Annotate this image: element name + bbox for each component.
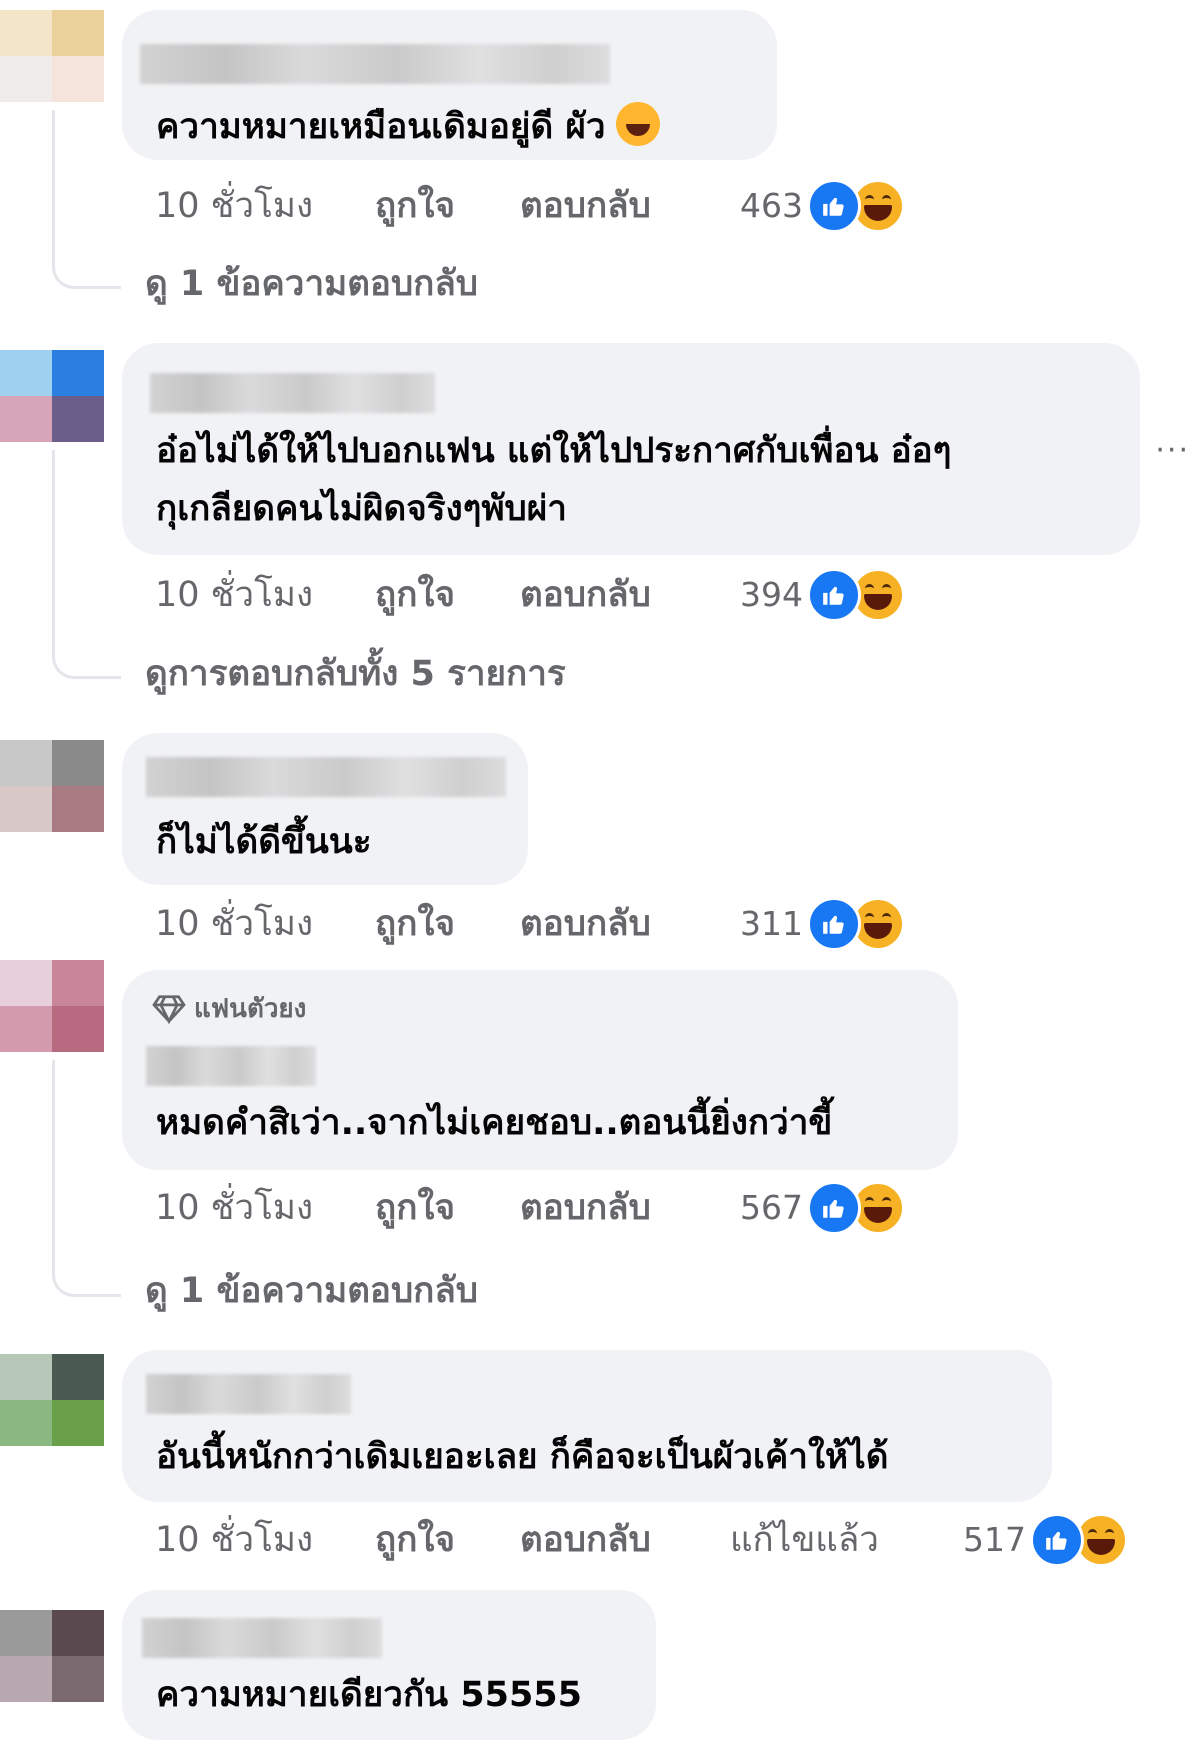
thread-line	[52, 450, 121, 679]
comment-actions: 10 ชั่วโมง ถูกใจ ตอบกลับ 463	[155, 176, 1195, 236]
comment-bubble: อันนี้หนักกว่าเดิมเยอะเลย ก็คือจะเป็นผัว…	[122, 1350, 1052, 1502]
commenter-name[interactable]	[146, 757, 506, 797]
comment-text: อ๋อไม่ได้ให้ไปบอกแฟน แต่ให้ไปประกาศกับเพ…	[156, 431, 952, 471]
reaction-summary[interactable]: 517	[963, 1510, 1128, 1570]
reaction-count: 311	[740, 904, 803, 943]
reaction-summary[interactable]: 394	[740, 565, 905, 625]
view-replies-link[interactable]: ดู 1 ข้อความตอบกลับ	[145, 259, 478, 309]
comment-text: ความหมายเหมือนเดิมอยู่ดี ผัว	[156, 98, 660, 156]
badge-label: แฟนตัวยง	[194, 994, 307, 1024]
comment-text: หมดคำสิเว่า..จากไม่เคยชอบ..ตอนนี้ยิ่งกว่…	[156, 1103, 833, 1143]
comment-text: ความหมายเดียวกัน 55555	[156, 1675, 583, 1715]
reply-button[interactable]: ตอบกลับ	[520, 176, 651, 236]
more-options-icon[interactable]: ···	[1155, 433, 1190, 468]
reaction-count: 463	[740, 186, 803, 225]
edited-label: แก้ไขแล้ว	[730, 1520, 879, 1560]
commenter-name[interactable]	[142, 1618, 382, 1658]
reaction-count: 394	[740, 575, 803, 614]
avatar[interactable]	[0, 350, 104, 442]
comment-bubble: แฟนตัวยง หมดคำสิเว่า..จากไม่เคยชอบ..ตอนน…	[122, 970, 958, 1170]
timestamp[interactable]: 10 ชั่วโมง	[155, 894, 313, 954]
view-replies-link[interactable]: ดูการตอบกลับทั้ง 5 รายการ	[145, 649, 566, 699]
comment-text: ก็ไม่ได้ดีขึ้นนะ	[156, 822, 372, 862]
commenter-name[interactable]	[140, 44, 610, 84]
thread-line	[52, 1060, 121, 1297]
reaction-summary[interactable]: 463	[740, 176, 905, 236]
reaction-summary[interactable]: 311	[740, 894, 905, 954]
like-button[interactable]: ถูกใจ	[375, 1178, 455, 1238]
timestamp[interactable]: 10 ชั่วโมง	[155, 565, 313, 625]
top-fan-badge: แฟนตัวยง	[152, 992, 306, 1026]
reply-button[interactable]: ตอบกลับ	[520, 1178, 651, 1238]
comment-bubble: ความหมายเหมือนเดิมอยู่ดี ผัว	[122, 10, 777, 160]
commenter-name[interactable]	[146, 1374, 351, 1414]
view-replies-link[interactable]: ดู 1 ข้อความตอบกลับ	[145, 1266, 478, 1316]
diamond-icon	[152, 995, 186, 1024]
timestamp[interactable]: 10 ชั่วโมง	[155, 1510, 313, 1570]
commenter-name[interactable]	[146, 1046, 316, 1086]
avatar[interactable]	[0, 1610, 104, 1702]
comment-text: อันนี้หนักกว่าเดิมเยอะเลย ก็คือจะเป็นผัว…	[156, 1437, 889, 1477]
reaction-count: 517	[963, 1520, 1026, 1559]
reply-button[interactable]: ตอบกลับ	[520, 894, 651, 954]
comment-actions: 10 ชั่วโมง ถูกใจ ตอบกลับ 567	[155, 1178, 1195, 1238]
comment-actions: 10 ชั่วโมง ถูกใจ ตอบกลับ แก้ไขแล้ว 517	[155, 1510, 1195, 1570]
comment-actions: 10 ชั่วโมง ถูกใจ ตอบกลับ 394	[155, 565, 1195, 625]
like-reaction-icon	[807, 1181, 861, 1235]
reply-button[interactable]: ตอบกลับ	[520, 565, 651, 625]
avatar[interactable]	[0, 10, 104, 102]
avatar[interactable]	[0, 960, 104, 1052]
comment-actions: 10 ชั่วโมง ถูกใจ ตอบกลับ 311	[155, 894, 1195, 954]
comment-text: กุเกลียดคนไม่ผิดจริงๆพับผ่า	[156, 489, 567, 529]
comment-bubble: อ๋อไม่ได้ให้ไปบอกแฟน แต่ให้ไปประกาศกับเพ…	[122, 343, 1140, 555]
like-button[interactable]: ถูกใจ	[375, 176, 455, 236]
like-reaction-icon	[807, 897, 861, 951]
timestamp[interactable]: 10 ชั่วโมง	[155, 1178, 313, 1238]
commenter-name[interactable]	[150, 373, 435, 413]
like-reaction-icon	[807, 179, 861, 233]
rofl-emoji-icon	[615, 102, 660, 146]
like-button[interactable]: ถูกใจ	[375, 1510, 455, 1570]
like-reaction-icon	[807, 568, 861, 622]
avatar[interactable]	[0, 740, 104, 832]
thread-line	[52, 110, 121, 289]
timestamp[interactable]: 10 ชั่วโมง	[155, 176, 313, 236]
avatar[interactable]	[0, 1354, 104, 1446]
reaction-count: 567	[740, 1188, 803, 1227]
like-reaction-icon	[1030, 1513, 1084, 1567]
reply-button[interactable]: ตอบกลับ	[520, 1510, 651, 1570]
comment-bubble: ความหมายเดียวกัน 55555	[122, 1590, 656, 1740]
reaction-summary[interactable]: 567	[740, 1178, 905, 1238]
comment-bubble: ก็ไม่ได้ดีขึ้นนะ	[122, 733, 528, 885]
like-button[interactable]: ถูกใจ	[375, 894, 455, 954]
like-button[interactable]: ถูกใจ	[375, 565, 455, 625]
